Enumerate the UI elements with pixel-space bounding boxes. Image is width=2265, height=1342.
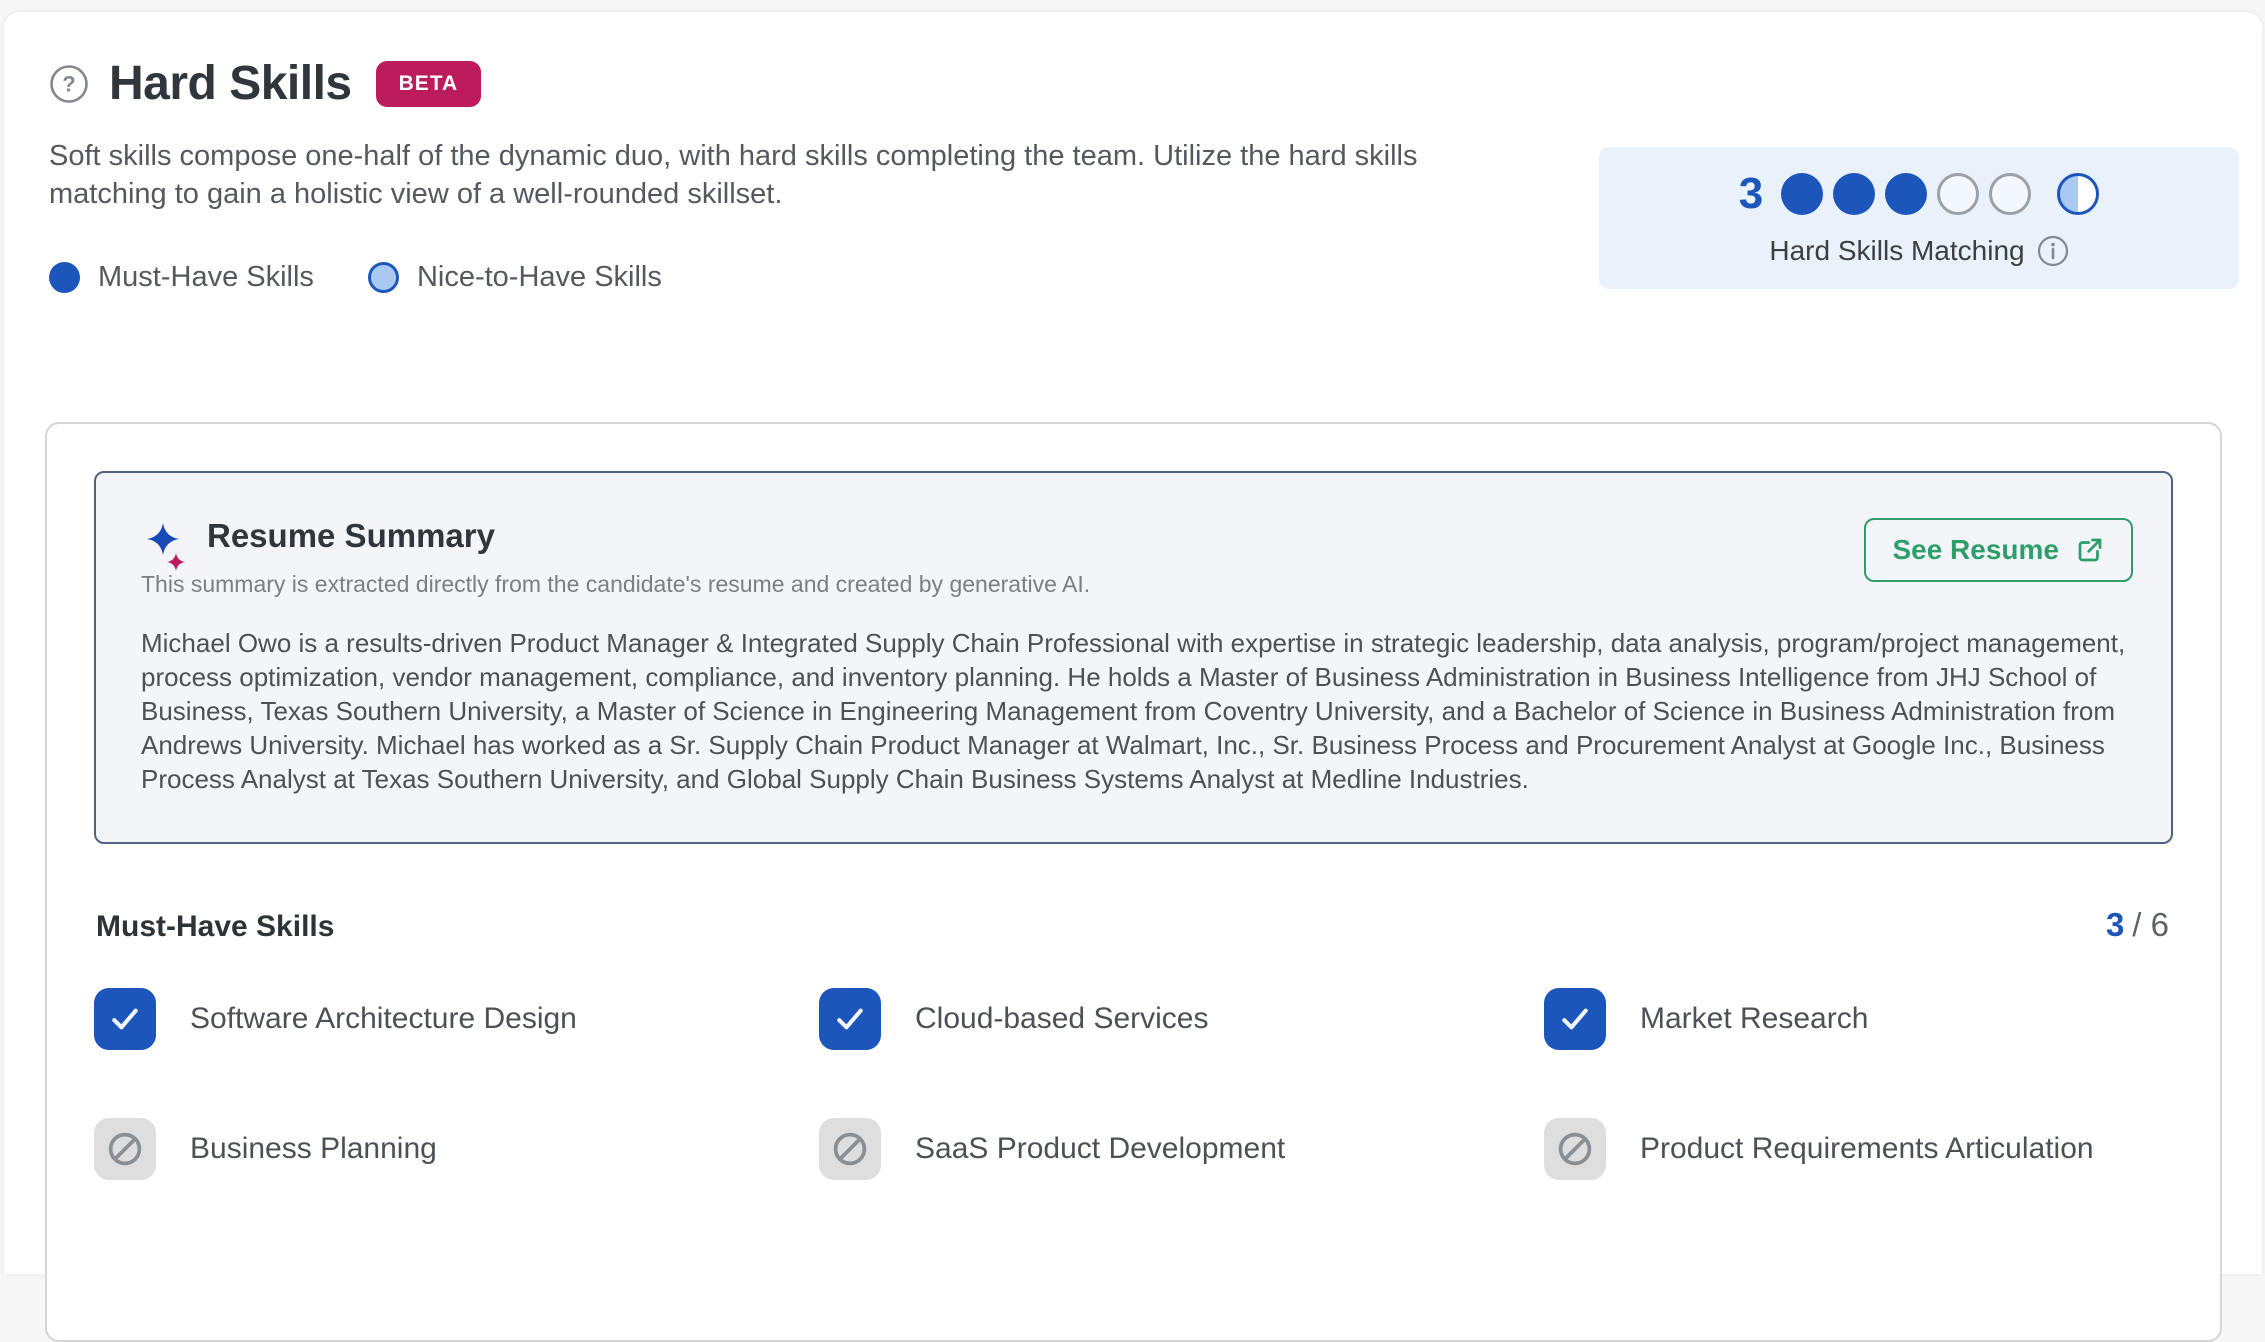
hard-skills-score-card: 3 Hard Skills Matching xyxy=(1599,147,2239,289)
score-dot-filled xyxy=(1781,173,1823,215)
legend-item-must-have: Must-Have Skills xyxy=(49,261,314,294)
skill-item: SaaS Product Development xyxy=(819,1118,1544,1180)
checkbox-checked-icon[interactable] xyxy=(1544,988,1606,1050)
legend-item-nice-to-have: Nice-to-Have Skills xyxy=(368,261,662,294)
page-title: Hard Skills xyxy=(109,56,352,111)
skill-label: SaaS Product Development xyxy=(915,1132,1285,1166)
see-resume-button[interactable]: See Resume xyxy=(1864,518,2133,582)
legend-label: Nice-to-Have Skills xyxy=(417,261,662,294)
page-card: ? Hard Skills BETA Soft skills compose o… xyxy=(4,12,2262,1274)
svg-text:?: ? xyxy=(62,71,75,96)
not-matched-icon[interactable] xyxy=(94,1118,156,1180)
must-have-dot-icon xyxy=(49,262,80,293)
score-dot-filled xyxy=(1833,173,1875,215)
score-dot-empty xyxy=(1937,173,1979,215)
checkbox-checked-icon[interactable] xyxy=(819,988,881,1050)
not-matched-icon[interactable] xyxy=(1544,1118,1606,1180)
skill-item: Business Planning xyxy=(94,1118,819,1180)
beta-badge: BETA xyxy=(376,61,482,107)
title-row: ? Hard Skills BETA xyxy=(49,56,2262,111)
skill-label: Market Research xyxy=(1640,1002,1868,1036)
skill-label: Business Planning xyxy=(190,1132,437,1166)
hard-skills-card: Resume Summary This summary is extracted… xyxy=(45,422,2222,1342)
nice-to-have-dot-icon xyxy=(368,262,399,293)
skill-label: Cloud-based Services xyxy=(915,1002,1208,1036)
not-matched-icon[interactable] xyxy=(819,1118,881,1180)
skill-item: Cloud-based Services xyxy=(819,988,1544,1050)
help-circle-icon[interactable]: ? xyxy=(49,64,89,104)
skill-item: Market Research xyxy=(1544,988,2173,1050)
skill-label: Product Requirements Articulation xyxy=(1640,1132,2094,1166)
info-icon[interactable] xyxy=(2037,235,2069,267)
resume-summary-title: Resume Summary xyxy=(207,517,2126,555)
see-resume-label: See Resume xyxy=(1892,534,2059,566)
score-number: 3 xyxy=(1739,169,1763,219)
ai-sparkles-icon xyxy=(141,521,189,575)
skill-item: Software Architecture Design xyxy=(94,988,819,1050)
score-dot-filled xyxy=(1885,173,1927,215)
score-dots: 3 xyxy=(1739,169,2099,219)
score-dot-empty xyxy=(1989,173,2031,215)
must-have-skills-grid: Software Architecture Design Cloud-based… xyxy=(94,988,2173,1180)
must-have-section-header: Must-Have Skills 3/ 6 xyxy=(94,906,2173,944)
resume-summary-body: Michael Owo is a results-driven Product … xyxy=(141,626,2126,796)
must-have-section-title: Must-Have Skills xyxy=(96,910,334,944)
score-label: Hard Skills Matching xyxy=(1769,235,2024,267)
external-link-icon xyxy=(2075,535,2105,565)
section-description: Soft skills compose one-half of the dyna… xyxy=(49,137,1529,213)
resume-summary-subtitle: This summary is extracted directly from … xyxy=(141,571,2126,598)
match-count-total: / 6 xyxy=(2132,906,2169,943)
match-count: 3/ 6 xyxy=(2106,906,2169,944)
checkbox-checked-icon[interactable] xyxy=(94,988,156,1050)
match-count-value: 3 xyxy=(2106,906,2124,943)
skill-label: Software Architecture Design xyxy=(190,1002,577,1036)
resume-summary-box: Resume Summary This summary is extracted… xyxy=(94,471,2173,844)
score-dot-half-filled xyxy=(2057,173,2099,215)
skill-item: Product Requirements Articulation xyxy=(1544,1118,2173,1180)
score-label-row: Hard Skills Matching xyxy=(1769,235,2068,267)
legend-label: Must-Have Skills xyxy=(98,261,314,294)
